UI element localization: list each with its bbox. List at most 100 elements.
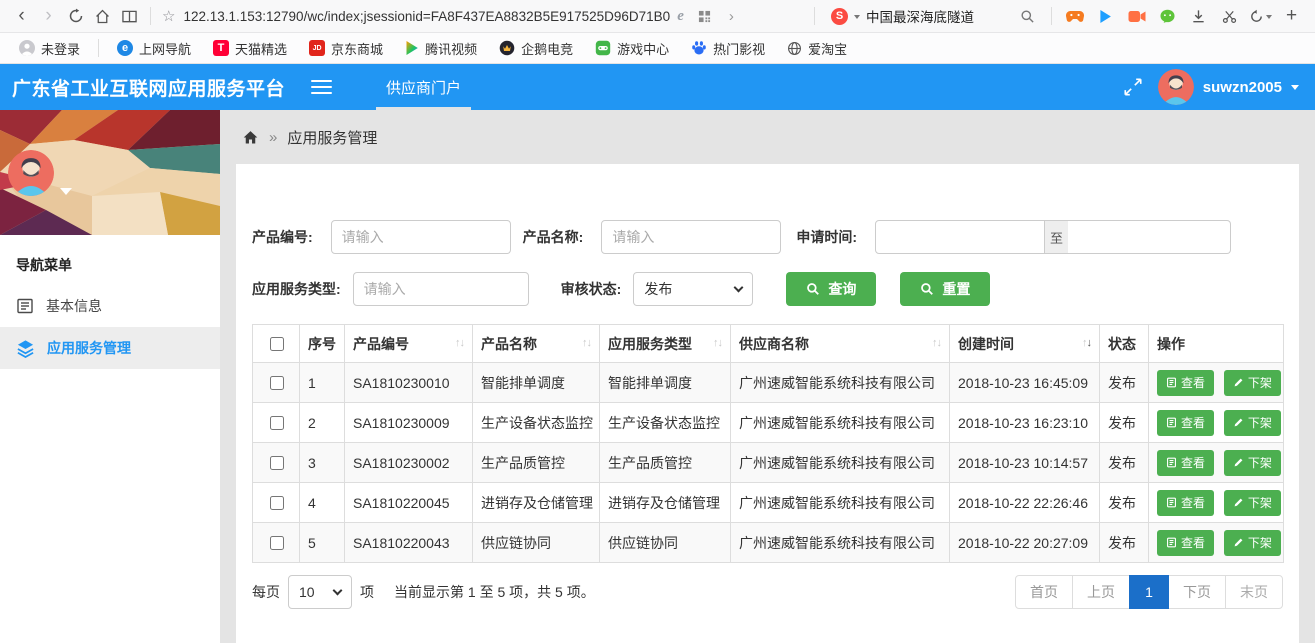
toolbar-extensions: + xyxy=(1059,5,1307,27)
add-tab-icon[interactable]: + xyxy=(1276,5,1307,27)
wechat-icon[interactable] xyxy=(1152,9,1183,24)
col-created[interactable]: 创建时间↑↓ xyxy=(950,325,1100,363)
games-icon[interactable] xyxy=(1059,9,1090,23)
per-page-unit-label: 项 xyxy=(360,582,374,602)
prev-page-button[interactable]: 上页 xyxy=(1072,575,1130,609)
globe-icon xyxy=(787,41,802,56)
qr-code-icon[interactable] xyxy=(691,10,718,23)
reset-button[interactable]: 重置 xyxy=(900,272,990,306)
row-checkbox[interactable] xyxy=(270,376,284,390)
next-page-button[interactable]: 下页 xyxy=(1168,575,1226,609)
browser-login-status[interactable]: 未登录 xyxy=(8,39,91,58)
favorite-star-icon[interactable]: ☆ xyxy=(162,7,175,25)
view-button[interactable]: 查看 xyxy=(1157,410,1214,436)
col-label: 应用服务类型 xyxy=(608,336,692,352)
sogou-logo-icon[interactable]: S xyxy=(831,8,848,25)
service-type-input[interactable] xyxy=(353,272,529,306)
sort-icons[interactable]: ↑↓ xyxy=(932,337,941,349)
view-button[interactable]: 查看 xyxy=(1157,450,1214,476)
cell-type: 进销存及仓储管理 xyxy=(600,483,731,523)
offshelf-button[interactable]: 下架 xyxy=(1224,450,1281,476)
browser-toolbar: ‹ › ☆ 122.13.1.153:12790/wc/index;jsessi… xyxy=(0,0,1315,33)
media-play-icon[interactable] xyxy=(1090,9,1121,24)
per-page-select[interactable]: 10 xyxy=(288,575,352,609)
select-all-checkbox[interactable] xyxy=(270,337,284,351)
bookmark-item[interactable]: 腾讯视频 xyxy=(394,39,488,58)
offshelf-button-label: 下架 xyxy=(1248,494,1272,511)
screenshot-scissors-icon[interactable] xyxy=(1214,9,1245,24)
service-type-label: 应用服务类型: xyxy=(252,279,341,299)
col-supplier[interactable]: 供应商名称↑↓ xyxy=(731,325,950,363)
url-overflow-chevron-icon[interactable]: › xyxy=(718,8,745,25)
sidebar-item-app-service-mgmt[interactable]: 应用服务管理 xyxy=(0,327,220,369)
layers-icon xyxy=(16,339,35,358)
row-checkbox[interactable] xyxy=(270,456,284,470)
search-engine-caret-icon[interactable] xyxy=(854,15,860,22)
bookmark-item[interactable]: JD 京东商城 xyxy=(298,39,394,58)
audit-status-select[interactable]: 发布 xyxy=(633,272,753,306)
cell-code: SA1810230010 xyxy=(345,363,473,403)
bookmark-item[interactable]: e 上网导航 xyxy=(106,39,202,58)
offshelf-button[interactable]: 下架 xyxy=(1224,370,1281,396)
username[interactable]: suwzn2005 xyxy=(1203,79,1282,96)
back-icon[interactable]: ‹ xyxy=(8,5,35,27)
sidebar-toggle-icon[interactable] xyxy=(311,80,332,94)
address-bar[interactable]: ☆ 122.13.1.153:12790/wc/index;jsessionid… xyxy=(158,7,807,25)
bookmark-item[interactable]: 游戏中心 xyxy=(584,39,680,58)
row-checkbox[interactable] xyxy=(270,416,284,430)
view-button-label: 查看 xyxy=(1181,454,1205,471)
row-checkbox[interactable] xyxy=(270,536,284,550)
view-button[interactable]: 查看 xyxy=(1157,490,1214,516)
bookmark-item[interactable]: T 天猫精选 xyxy=(202,39,298,58)
search-box[interactable]: S 中国最深海底隧道 xyxy=(822,6,1044,26)
bookmark-item[interactable]: 爱淘宝 xyxy=(776,39,858,58)
row-checkbox[interactable] xyxy=(270,496,284,510)
offshelf-button[interactable]: 下架 xyxy=(1224,410,1281,436)
home-icon[interactable] xyxy=(89,8,116,25)
col-product-name[interactable]: 产品名称↑↓ xyxy=(473,325,600,363)
first-page-button[interactable]: 首页 xyxy=(1015,575,1073,609)
url-text[interactable]: 122.13.1.153:12790/wc/index;jsessionid=F… xyxy=(183,9,670,24)
sort-icons[interactable]: ↑↓ xyxy=(582,337,591,349)
bookmark-item[interactable]: 企鹅电竞 xyxy=(488,39,584,58)
sort-icons[interactable]: ↑↓ xyxy=(1082,337,1091,349)
offshelf-button[interactable]: 下架 xyxy=(1224,490,1281,516)
tab-supplier-portal[interactable]: 供应商门户 xyxy=(376,64,471,110)
ie-compat-icon[interactable]: e xyxy=(677,8,684,25)
sort-icons[interactable]: ↑↓ xyxy=(713,337,722,349)
bookmark-item[interactable]: 热门影视 xyxy=(680,39,776,58)
reading-mode-icon[interactable] xyxy=(116,9,143,24)
refresh-icon[interactable] xyxy=(62,8,89,24)
home-breadcrumb-icon[interactable] xyxy=(242,129,259,146)
search-magnifier-icon[interactable] xyxy=(1020,9,1035,24)
col-product-code[interactable]: 产品编号↑↓ xyxy=(345,325,473,363)
apply-time-start-input[interactable] xyxy=(875,220,1045,254)
view-button[interactable]: 查看 xyxy=(1157,530,1214,556)
fullscreen-icon[interactable] xyxy=(1123,77,1143,97)
search-button[interactable]: 查询 xyxy=(786,272,876,306)
offshelf-button[interactable]: 下架 xyxy=(1224,530,1281,556)
col-service-type[interactable]: 应用服务类型 ↑↓ xyxy=(600,325,731,363)
product-name-input[interactable] xyxy=(601,220,781,254)
cell-status: 发布 xyxy=(1100,443,1149,483)
product-code-input[interactable] xyxy=(331,220,511,254)
last-page-button[interactable]: 末页 xyxy=(1225,575,1283,609)
apply-time-end-input[interactable] xyxy=(1068,220,1231,254)
sidebar-item-label: 应用服务管理 xyxy=(47,338,131,358)
undo-caret-icon[interactable] xyxy=(1266,15,1272,22)
undo-icon[interactable] xyxy=(1245,9,1276,24)
download-icon[interactable] xyxy=(1183,9,1214,24)
sort-icons[interactable]: ↑↓ xyxy=(455,337,464,349)
breadcrumb-current: 应用服务管理 xyxy=(287,127,377,148)
current-page-button[interactable]: 1 xyxy=(1129,575,1169,609)
user-menu-caret-icon[interactable] xyxy=(1291,85,1299,94)
video-capture-icon[interactable] xyxy=(1121,10,1152,23)
sidebar-item-basic-info[interactable]: 基本信息 xyxy=(0,285,220,327)
col-actions: 操作 xyxy=(1149,325,1284,363)
col-no: 序号 xyxy=(300,325,345,363)
search-input[interactable]: 中国最深海底隧道 xyxy=(866,6,1014,26)
view-button[interactable]: 查看 xyxy=(1157,370,1214,396)
forward-icon[interactable]: › xyxy=(35,5,62,27)
user-avatar[interactable] xyxy=(1158,69,1194,105)
reset-button-label: 重置 xyxy=(942,279,970,299)
